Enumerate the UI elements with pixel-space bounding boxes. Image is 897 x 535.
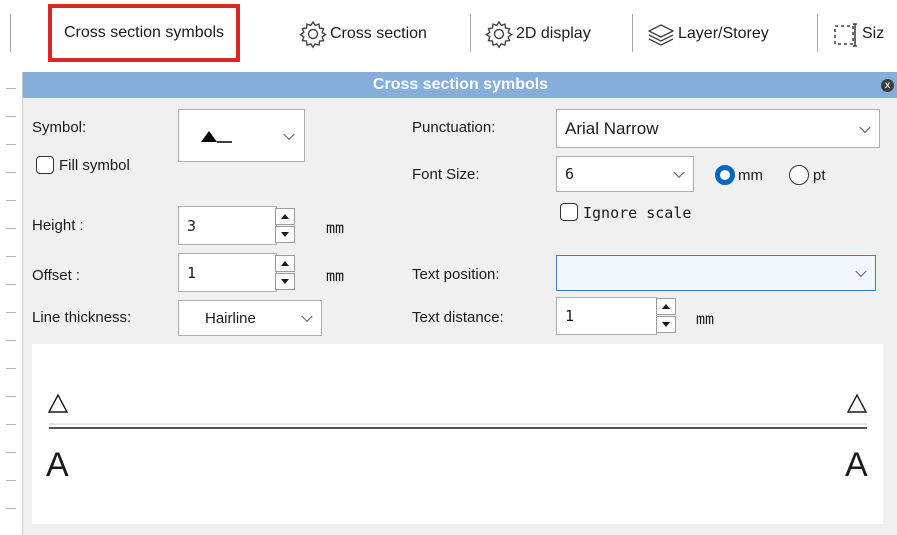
ignore-scale-checkbox[interactable] <box>560 203 578 221</box>
text-position-label: Text position: <box>412 266 500 283</box>
height-label: Height : <box>32 217 84 234</box>
gear-icon <box>485 20 513 49</box>
toolbar-item-label: Cross section symbols <box>64 24 225 41</box>
symbol-preview: A A <box>32 344 883 524</box>
text-distance-unit: mm <box>696 310 715 328</box>
punctuation-select[interactable]: Arial Narrow <box>556 109 880 148</box>
unit-pt-radio[interactable] <box>789 165 809 185</box>
text-distance-stepper[interactable] <box>656 298 676 334</box>
font-size-value: 6 <box>565 165 575 183</box>
chevron-down-icon <box>673 166 685 179</box>
text-distance-label: Text distance: <box>412 309 504 326</box>
height-unit: mm <box>326 219 345 237</box>
chevron-down-icon <box>283 128 295 140</box>
unit-mm-label: mm <box>738 167 763 184</box>
unit-mm-radio[interactable] <box>715 165 735 185</box>
left-triangle-marker <box>47 393 69 413</box>
punctuation-value: Arial Narrow <box>565 118 659 138</box>
text-position-select[interactable] <box>556 255 876 291</box>
close-icon[interactable]: x <box>881 79 894 92</box>
text-distance-value: 1 <box>565 307 575 325</box>
right-section-letter: A <box>845 446 868 484</box>
offset-increment-button[interactable] <box>275 255 295 272</box>
height-increment-button[interactable] <box>275 208 295 225</box>
toolbar-item-label: 2D display <box>516 25 591 42</box>
punctuation-label: Punctuation: <box>412 119 496 136</box>
fill-symbol-label: Fill symbol <box>59 157 130 174</box>
font-size-label: Font Size: <box>412 166 480 183</box>
height-decrement-button[interactable] <box>275 226 295 243</box>
dialog-titlebar[interactable]: Cross section symbols x <box>23 72 897 98</box>
symbol-label: Symbol: <box>32 119 87 136</box>
ruler <box>0 66 22 535</box>
offset-unit: mm <box>326 267 345 285</box>
left-section-letter: A <box>46 446 69 484</box>
chevron-down-icon <box>301 310 313 323</box>
filled-triangle-symbol-icon <box>201 131 232 143</box>
toolbar-separator <box>470 14 471 52</box>
ignore-scale-label: Ignore scale <box>583 204 692 222</box>
height-stepper[interactable] <box>275 208 295 244</box>
offset-label: Offset : <box>32 267 81 284</box>
toolbar-size-button[interactable]: Siz <box>830 8 884 60</box>
layers-icon <box>648 24 674 46</box>
right-triangle-marker <box>846 393 868 413</box>
text-distance-increment-button[interactable] <box>656 298 676 315</box>
toolbar: Cross section symbols Cross section 2D d… <box>0 0 897 66</box>
toolbar-item-label: Layer/Storey <box>678 25 769 42</box>
toolbar-cross-section-button[interactable]: Cross section <box>298 8 427 60</box>
dialog-title: Cross section symbols <box>372 76 549 93</box>
toolbar-cross-section-symbols-button[interactable]: Cross section symbols <box>48 4 241 62</box>
toolbar-separator <box>632 14 633 52</box>
fill-symbol-checkbox[interactable] <box>36 156 54 174</box>
unit-pt-label: pt <box>813 167 826 184</box>
toolbar-item-label: Siz <box>862 25 885 42</box>
toolbar-separator <box>817 14 818 52</box>
line-thickness-label: Line thickness: <box>32 309 132 326</box>
offset-decrement-button[interactable] <box>275 273 295 290</box>
text-distance-input[interactable]: 1 <box>556 297 657 335</box>
offset-stepper[interactable] <box>275 255 295 291</box>
toolbar-separator <box>10 14 11 52</box>
height-input[interactable]: 3 <box>178 206 277 245</box>
line-thickness-select[interactable]: Hairline <box>178 300 322 336</box>
text-distance-decrement-button[interactable] <box>656 316 676 333</box>
line-thickness-value: Hairline <box>205 309 256 327</box>
symbol-select[interactable] <box>178 109 305 162</box>
toolbar-2d-display-button[interactable]: 2D display <box>484 8 591 60</box>
height-value: 3 <box>187 216 197 235</box>
gear-icon <box>299 20 327 49</box>
offset-value: 1 <box>187 263 197 282</box>
offset-input[interactable]: 1 <box>178 253 277 292</box>
chevron-down-icon <box>859 121 871 133</box>
cross-section-symbols-dialog: Cross section symbols x Symbol: Fill sym… <box>22 72 897 535</box>
preview-drawing: A A <box>46 393 868 484</box>
toolbar-item-label: Cross section <box>330 25 427 42</box>
resize-icon <box>834 23 857 47</box>
font-size-select[interactable]: 6 <box>556 156 694 192</box>
toolbar-layer-storey-button[interactable]: Layer/Storey <box>646 8 769 60</box>
chevron-down-icon <box>855 265 867 278</box>
